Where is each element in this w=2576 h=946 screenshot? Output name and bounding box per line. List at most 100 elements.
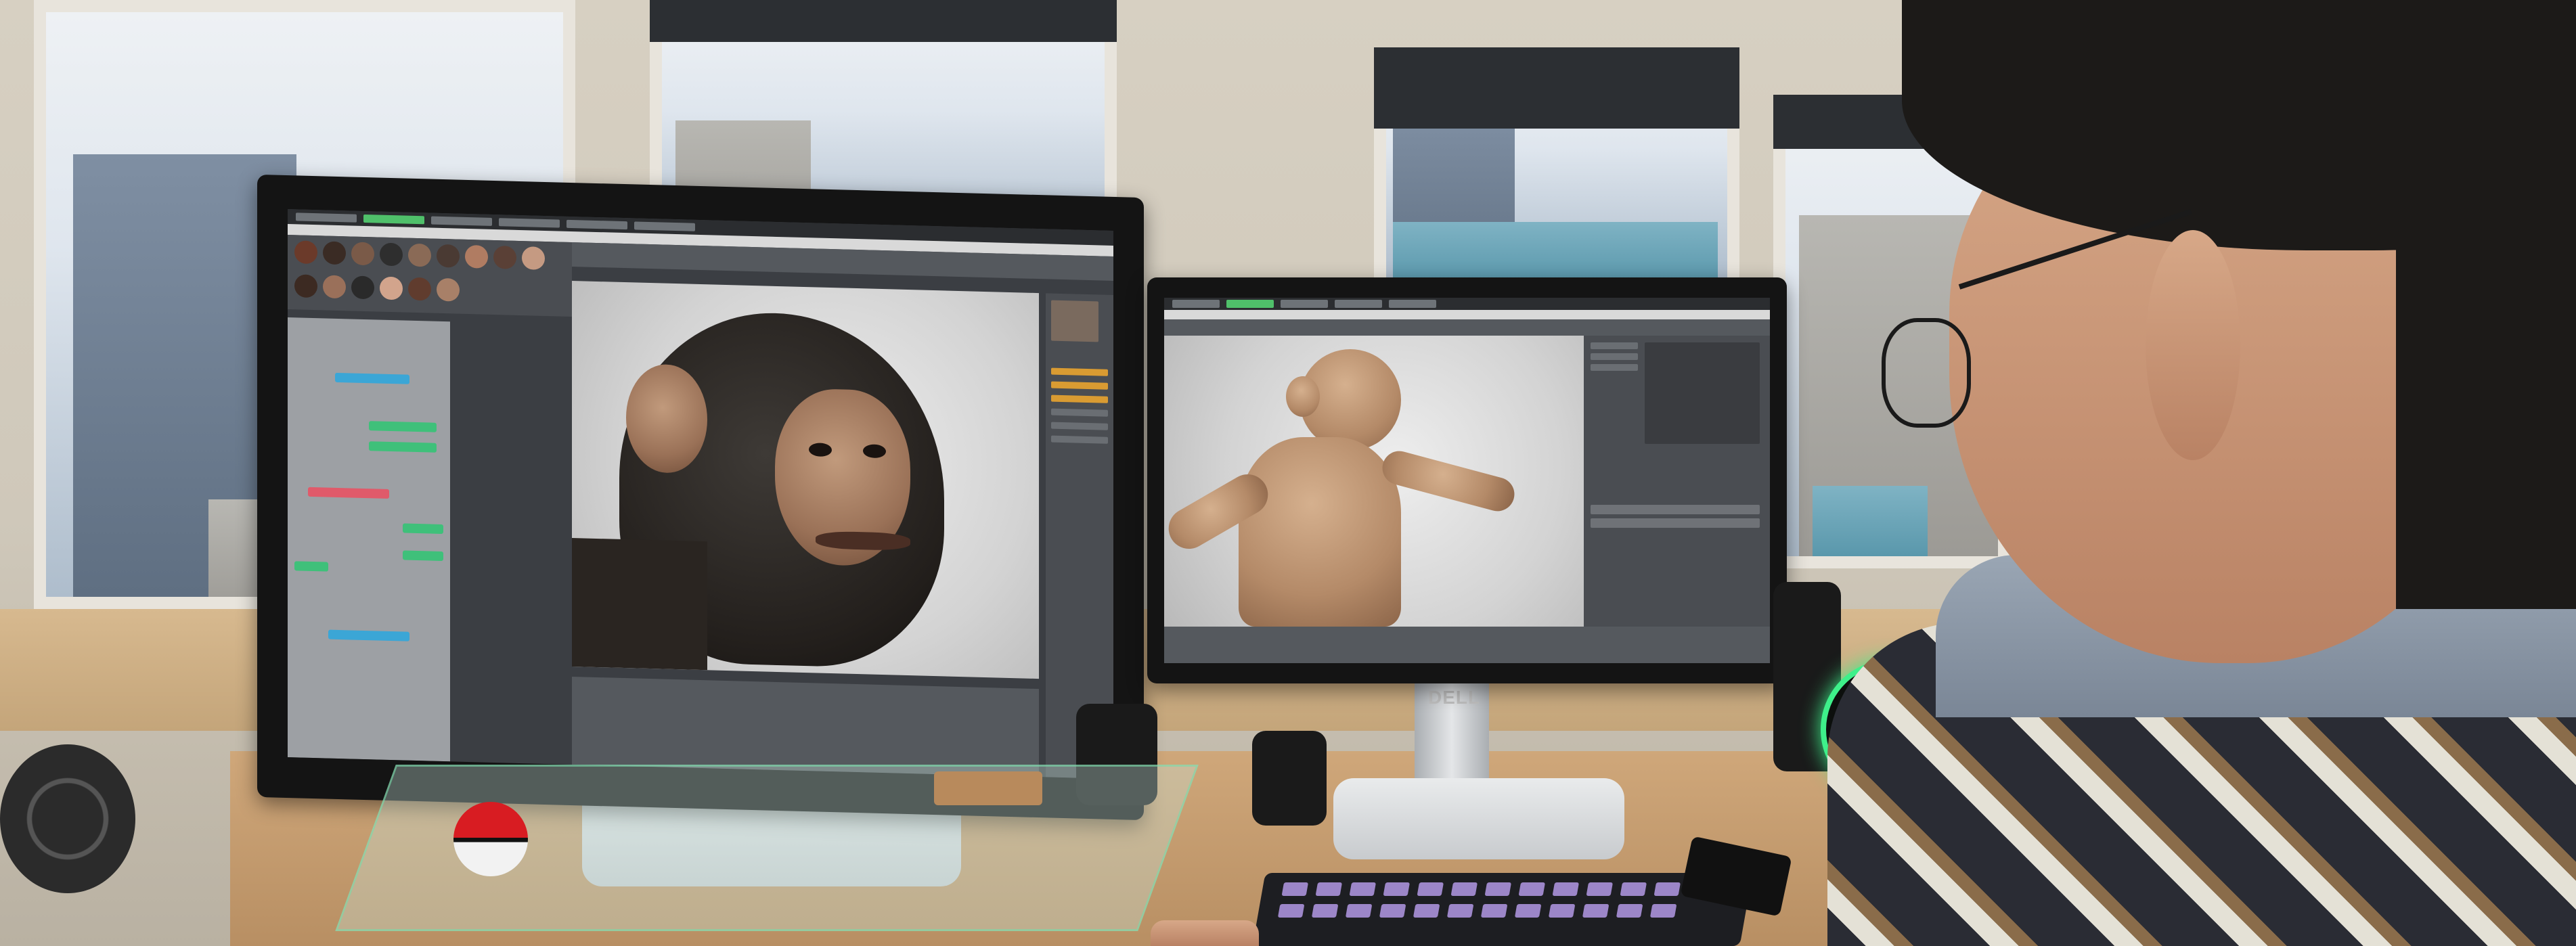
app-tab-active[interactable]	[1226, 300, 1274, 308]
material-swatch[interactable]	[294, 274, 317, 298]
keyboard-key[interactable]	[1548, 904, 1576, 918]
3d-viewport-left[interactable]	[572, 281, 1039, 679]
attribute-row[interactable]	[1591, 364, 1638, 371]
keyboard-key[interactable]	[1484, 882, 1512, 896]
right-monitor	[1147, 277, 1787, 683]
material-swatch[interactable]	[493, 245, 516, 269]
keyboard-key[interactable]	[1345, 904, 1373, 918]
material-swatch[interactable]	[380, 276, 403, 300]
viewport-toolbar[interactable]	[1164, 319, 1770, 336]
keyboard-key[interactable]	[1586, 882, 1614, 896]
chimp-eye	[863, 444, 886, 459]
app-tab-active[interactable]	[363, 214, 424, 225]
attribute-row[interactable]	[1051, 408, 1108, 417]
app-tab-strip	[1164, 298, 1770, 310]
app-tab[interactable]	[1335, 300, 1382, 308]
attribute-editor-panel[interactable]	[1584, 336, 1770, 627]
attribute-row[interactable]	[1051, 367, 1108, 376]
person-head-back	[2396, 0, 2576, 609]
outliner-list[interactable]	[1645, 342, 1760, 444]
property-row[interactable]	[1591, 518, 1760, 528]
app-tab[interactable]	[567, 219, 627, 230]
teal-pyramid-roof	[1813, 486, 1928, 556]
person-ear	[2146, 230, 2240, 460]
keyboard-key[interactable]	[1446, 904, 1474, 918]
window-blind	[650, 0, 1117, 42]
attribute-row[interactable]	[1051, 422, 1108, 430]
keyboard-key[interactable]	[1417, 882, 1444, 896]
window-blind-right	[1374, 47, 1739, 129]
chimp-shoulder	[572, 538, 707, 671]
material-swatch[interactable]	[351, 275, 374, 300]
material-swatch[interactable]	[408, 277, 431, 301]
attribute-row[interactable]	[1591, 342, 1638, 349]
shader-node[interactable]	[369, 441, 437, 453]
webcam-device	[1252, 731, 1327, 826]
material-swatch[interactable]	[323, 275, 346, 299]
keyboard-key[interactable]	[1480, 904, 1508, 918]
keyboard-key[interactable]	[1518, 882, 1546, 896]
left-monitor	[257, 174, 1144, 821]
chimp-eye	[809, 443, 832, 457]
keyboard-key[interactable]	[1620, 882, 1647, 896]
desk-fan	[0, 744, 135, 893]
material-swatch-panel	[288, 235, 572, 317]
timeline-panel-right[interactable]	[1164, 627, 1770, 663]
material-swatch[interactable]	[437, 244, 460, 268]
attribute-row[interactable]	[1591, 353, 1638, 360]
keyboard-key[interactable]	[1514, 904, 1542, 918]
right-monitor-screen	[1164, 298, 1770, 663]
material-swatch[interactable]	[323, 241, 346, 265]
keyboard-key[interactable]	[1582, 904, 1609, 918]
node-editor-panel[interactable]	[288, 317, 450, 762]
material-swatch[interactable]	[408, 243, 431, 267]
keyboard-key[interactable]	[1315, 882, 1343, 896]
app-tab[interactable]	[1281, 300, 1328, 308]
keyboard-key[interactable]	[1379, 904, 1406, 918]
attribute-row[interactable]	[1051, 395, 1108, 403]
material-swatch[interactable]	[522, 246, 545, 270]
thumbnail-preview	[1051, 300, 1098, 342]
app-tab[interactable]	[1172, 300, 1220, 308]
keyboard-key[interactable]	[1383, 882, 1411, 896]
keyboard-key[interactable]	[1281, 882, 1309, 896]
menu-bar	[1164, 310, 1770, 319]
material-swatch[interactable]	[380, 242, 403, 267]
material-swatch[interactable]	[437, 277, 460, 302]
keyboard-key[interactable]	[1649, 904, 1677, 918]
backlit-keyboard[interactable]	[1252, 873, 1753, 946]
shader-node[interactable]	[403, 550, 443, 562]
attribute-row[interactable]	[1051, 435, 1108, 444]
material-swatch[interactable]	[351, 242, 374, 266]
keyboard-key[interactable]	[1653, 882, 1681, 896]
chimp-torso	[1239, 437, 1401, 627]
app-tab[interactable]	[1389, 300, 1436, 308]
keyboard-key[interactable]	[1349, 882, 1377, 896]
keyboard-key[interactable]	[1311, 904, 1339, 918]
keyboard-key[interactable]	[1413, 904, 1440, 918]
shader-node[interactable]	[403, 523, 443, 535]
shader-node[interactable]	[328, 629, 409, 641]
pokeball-figure	[453, 802, 528, 876]
keyboard-key[interactable]	[1277, 904, 1305, 918]
shader-node[interactable]	[294, 561, 328, 572]
app-tab[interactable]	[499, 218, 560, 228]
material-swatch[interactable]	[294, 240, 317, 265]
shader-node[interactable]	[308, 487, 389, 499]
material-swatch[interactable]	[465, 244, 488, 269]
shader-node[interactable]	[335, 372, 409, 384]
keyboard-key[interactable]	[1616, 904, 1643, 918]
app-tab[interactable]	[296, 212, 357, 223]
monitor-base-right	[1333, 778, 1624, 859]
shader-node[interactable]	[369, 421, 437, 432]
3d-viewport-right[interactable]	[1164, 336, 1584, 627]
chimp-body-ear	[1286, 376, 1320, 417]
keyboard-key[interactable]	[1552, 882, 1580, 896]
app-tab[interactable]	[431, 216, 492, 226]
person-hand	[1151, 920, 1259, 946]
timeline-panel-left[interactable]	[572, 677, 1039, 778]
app-tab[interactable]	[634, 221, 695, 231]
keyboard-key[interactable]	[1450, 882, 1478, 896]
property-row[interactable]	[1591, 505, 1760, 514]
attribute-row[interactable]	[1051, 381, 1108, 390]
